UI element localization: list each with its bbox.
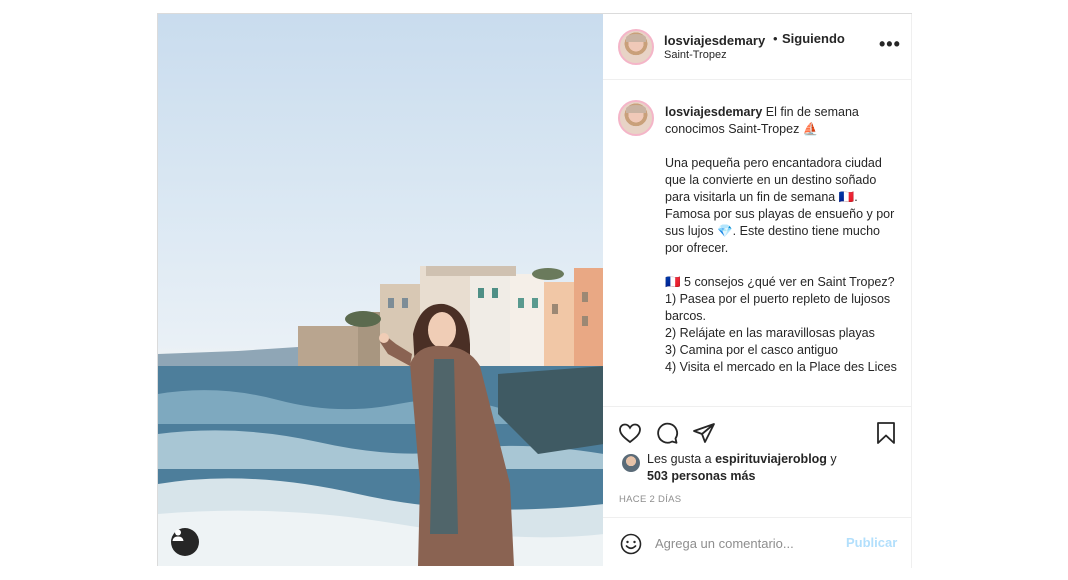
likes-count-link[interactable]: 503 personas más <box>647 469 755 483</box>
caption-tip: 4) Visita el mercado en la Place des Lic… <box>665 360 897 374</box>
user-tag-icon <box>172 529 184 541</box>
caption-text: losviajesdemary El fin de semana conocim… <box>665 104 901 376</box>
comment-icon <box>657 422 679 444</box>
instagram-post: losviajesdemary • Siguiendo Saint-Tropez… <box>157 13 912 568</box>
emoji-icon <box>620 533 642 555</box>
follow-status-button[interactable]: Siguiendo <box>782 31 845 46</box>
post-sidebar: losviajesdemary • Siguiendo Saint-Tropez… <box>603 14 912 568</box>
caption-tip: 1) Pasea por el puerto repleto de lujoso… <box>665 292 891 323</box>
share-icon <box>693 423 715 443</box>
liker-avatar[interactable] <box>622 454 640 472</box>
likes-summary: Les gusta a espirituviajeroblog y 503 pe… <box>647 451 887 485</box>
caption-paragraph: Una pequeña pero encantadora ciudad que … <box>665 156 895 255</box>
likes-first-user[interactable]: espirituviajeroblog <box>715 452 827 466</box>
post-photo[interactable] <box>157 14 603 566</box>
user-tag-button[interactable] <box>171 528 199 556</box>
more-options-button[interactable]: ••• <box>879 35 901 53</box>
author-username[interactable]: losviajesdemary <box>664 33 765 48</box>
bookmark-icon <box>877 422 895 444</box>
post-header: losviajesdemary • Siguiendo Saint-Tropez… <box>603 14 912 80</box>
caption-tip: 3) Camina por el casco antiguo <box>665 343 839 357</box>
like-button[interactable] <box>618 421 642 450</box>
share-button[interactable] <box>692 421 716 450</box>
caption-username[interactable]: losviajesdemary <box>665 105 762 119</box>
comment-button[interactable] <box>655 421 679 450</box>
caption-avatar[interactable] <box>618 100 654 136</box>
photo-scene <box>158 266 603 566</box>
likes-prefix: Les gusta a <box>647 452 716 466</box>
caption-first-line: losviajesdemary El fin de semana conocim… <box>665 104 901 138</box>
comment-input[interactable] <box>655 532 835 554</box>
post-actions: Les gusta a espirituviajeroblog y 503 pe… <box>603 406 912 526</box>
emoji-button[interactable] <box>620 533 642 560</box>
likes-connector: y <box>826 452 837 466</box>
save-button[interactable] <box>874 421 898 450</box>
post-caption: losviajesdemary El fin de semana conocim… <box>603 94 912 406</box>
follow-separator: • <box>773 31 778 46</box>
comment-bar: Publicar <box>603 517 912 568</box>
publish-button[interactable]: Publicar <box>846 535 897 550</box>
location-link[interactable]: Saint-Tropez <box>664 49 727 61</box>
caption-tips-title: 🇲🇫 5 consejos ¿qué ver en Saint Tropez? <box>665 275 895 289</box>
caption-tip: 2) Relájate en las maravillosas playas <box>665 326 875 340</box>
heart-icon <box>619 423 641 444</box>
author-avatar[interactable] <box>618 29 654 65</box>
post-timestamp[interactable]: HACE 2 DÍAS <box>619 494 681 505</box>
